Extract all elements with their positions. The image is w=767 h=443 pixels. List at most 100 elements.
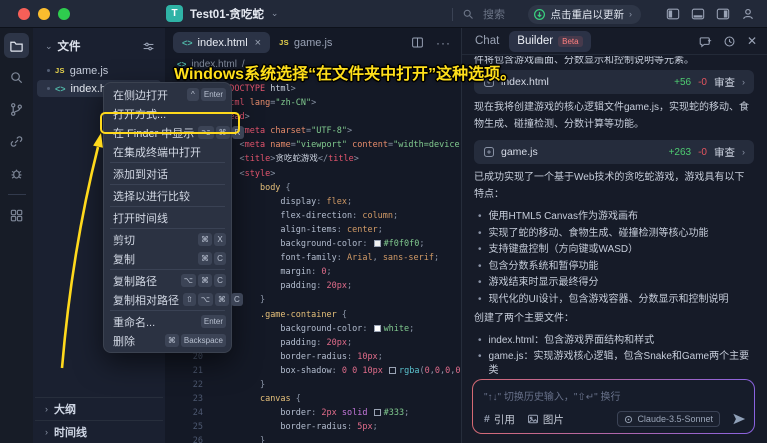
bullet-dot-icon: • <box>478 334 482 348</box>
file-item-gamejs[interactable]: JS game.js <box>37 62 161 79</box>
html-file-icon: <> <box>182 38 193 48</box>
search-files-icon[interactable] <box>4 65 29 90</box>
code-line: 22 } <box>165 378 461 392</box>
line-number: 21 <box>165 364 219 378</box>
files-section-title: 文件 <box>58 38 137 54</box>
html-file-icon: <> <box>55 84 66 94</box>
js-file-icon: JS <box>279 38 289 47</box>
lines-removed: -0 <box>698 77 707 88</box>
extensions-icon[interactable] <box>4 203 29 228</box>
keycap: ⌘ <box>198 233 212 246</box>
traffic-lights <box>18 8 70 20</box>
zoom-window-button[interactable] <box>58 8 70 20</box>
menu-item-open-timeline[interactable]: 打开时间线 <box>104 208 231 227</box>
chat-bullet: •index.html：包含游戏界面结构和样式 <box>478 334 754 348</box>
app-window: T Test01-贪吃蛇 ⌄ 搜索 点击重启以更新 › <box>0 0 767 443</box>
chat-bullet: •游戏结束时显示最终得分 <box>478 276 754 290</box>
code-line: 25 border-radius: 5px; <box>165 420 461 434</box>
menu-item-rename[interactable]: 重命名...Enter <box>104 312 231 331</box>
menu-separator <box>110 228 225 229</box>
chat-bullet: •包含分数系统和暂停功能 <box>478 260 754 274</box>
menu-separator <box>110 206 225 207</box>
send-icon[interactable] <box>732 412 746 426</box>
bullet-dot-icon: • <box>478 293 482 307</box>
tab-indexhtml[interactable]: <> index.html × <box>173 32 270 53</box>
keycap: X <box>214 233 226 246</box>
color-swatch-icon <box>374 325 381 332</box>
timeline-section[interactable]: › 时间线 <box>33 421 165 443</box>
source-control-icon[interactable] <box>4 97 29 122</box>
keycap: C <box>231 293 243 306</box>
line-number: 23 <box>165 392 219 406</box>
lines-added: +263 <box>669 147 692 158</box>
menu-item-open-to-side[interactable]: 在侧边打开^Enter <box>104 85 231 104</box>
review-link[interactable]: 审查 <box>714 75 735 90</box>
tab-chat[interactable]: Chat <box>475 35 499 47</box>
keycap: Enter <box>201 88 226 101</box>
keycap: ⇧ <box>183 293 196 306</box>
menu-item-copy[interactable]: 复制⌘C <box>104 249 231 268</box>
new-chat-icon[interactable] <box>699 35 712 48</box>
menu-item-delete[interactable]: 删除⌘Backspace <box>104 331 231 350</box>
model-selector[interactable]: Claude-3.5-Sonnet <box>617 411 720 427</box>
toggle-bottom-panel-icon[interactable] <box>691 7 705 21</box>
menu-item-select-for-compare[interactable]: 选择以进行比较 <box>104 186 231 205</box>
more-actions-icon[interactable]: ··· <box>436 36 451 50</box>
debug-icon[interactable] <box>4 161 29 186</box>
chat-bullet: •使用HTML5 Canvas作为游戏画布 <box>478 210 754 224</box>
lines-removed: -0 <box>698 147 707 158</box>
file-change-card-gamejs[interactable]: game.js +263 -0 审查 › <box>474 140 754 164</box>
minimize-window-button[interactable] <box>38 8 50 20</box>
filter-icon[interactable] <box>142 40 155 53</box>
tab-gamejs[interactable]: JS game.js <box>270 32 341 53</box>
chevron-right-icon: › <box>45 404 48 414</box>
chat-bullet: •实现了蛇的移动、食物生成、碰撞检测等核心功能 <box>478 227 754 241</box>
modified-dot-icon <box>47 69 50 72</box>
chevron-right-icon: › <box>742 77 745 87</box>
close-tab-icon[interactable]: × <box>255 37 261 49</box>
chat-paragraph: 已成功实现了一个基于Web技术的贪吃蛇游戏，游戏具有以下特点： <box>474 169 754 203</box>
toggle-right-panel-icon[interactable] <box>716 7 730 21</box>
explorer-icon[interactable] <box>4 33 29 58</box>
menu-item-add-to-chat[interactable]: 添加到对话 <box>104 164 231 183</box>
keycap: ^ <box>187 88 199 101</box>
code-line: 26 } <box>165 434 461 443</box>
split-editor-icon[interactable] <box>411 36 424 49</box>
restart-to-update-button[interactable]: 点击重启以更新 › <box>528 5 642 24</box>
chevron-down-icon[interactable]: ⌄ <box>45 41 53 52</box>
download-update-icon <box>533 8 546 21</box>
tab-builder[interactable]: Builder Beta <box>509 31 590 52</box>
menu-separator <box>110 269 225 270</box>
menu-item-copy-path[interactable]: 复制路径⌥⌘C <box>104 271 231 290</box>
menu-separator <box>110 310 225 311</box>
project-title: Test01-贪吃蛇 <box>190 6 264 22</box>
review-link[interactable]: 审查 <box>714 145 735 160</box>
outline-section[interactable]: › 大纲 <box>33 398 165 420</box>
chat-paragraph: 现在我将创建游戏的核心逻辑文件game.js，实现蛇的移动、食物生成、碰撞检测、… <box>474 99 754 133</box>
account-icon[interactable] <box>741 7 755 21</box>
image-icon <box>527 413 539 425</box>
code-line: 23 canvas { <box>165 392 461 406</box>
menu-item-open-in-terminal[interactable]: 在集成终端中打开 <box>104 142 231 161</box>
menu-item-copy-relative-path[interactable]: 复制相对路径⇧⌥⌘C <box>104 290 231 309</box>
toggle-left-panel-icon[interactable] <box>666 7 680 21</box>
reference-button[interactable]: # 引用 <box>484 412 515 427</box>
line-number: 26 <box>165 434 219 443</box>
history-icon[interactable] <box>723 35 736 48</box>
remote-link-icon[interactable] <box>4 129 29 154</box>
modified-dot-icon <box>47 87 50 90</box>
close-panel-icon[interactable]: ✕ <box>747 34 757 48</box>
chat-input[interactable]: "↑↓" 切换历史输入，"⇧↵" 换行 # 引用 图片 <box>473 380 754 433</box>
js-file-icon: JS <box>55 66 65 75</box>
chevron-down-icon: ⌄ <box>271 8 279 19</box>
beta-badge: Beta <box>558 36 582 47</box>
bullet-dot-icon: • <box>478 210 482 224</box>
project-switcher[interactable]: T Test01-贪吃蛇 ⌄ <box>166 5 278 22</box>
menu-item-cut[interactable]: 剪切⌘X <box>104 230 231 249</box>
global-search[interactable]: 搜索 <box>452 0 505 28</box>
image-button[interactable]: 图片 <box>527 412 564 427</box>
color-swatch-icon <box>374 409 381 416</box>
chat-bullet: •game.js：实现游戏核心逻辑，包含Snake和Game两个主要类 <box>478 350 754 377</box>
chat-messages: 件将包含游戏画面、分数显示和控制说明等元素。 index.html +56 -0… <box>474 56 754 379</box>
close-window-button[interactable] <box>18 8 30 20</box>
